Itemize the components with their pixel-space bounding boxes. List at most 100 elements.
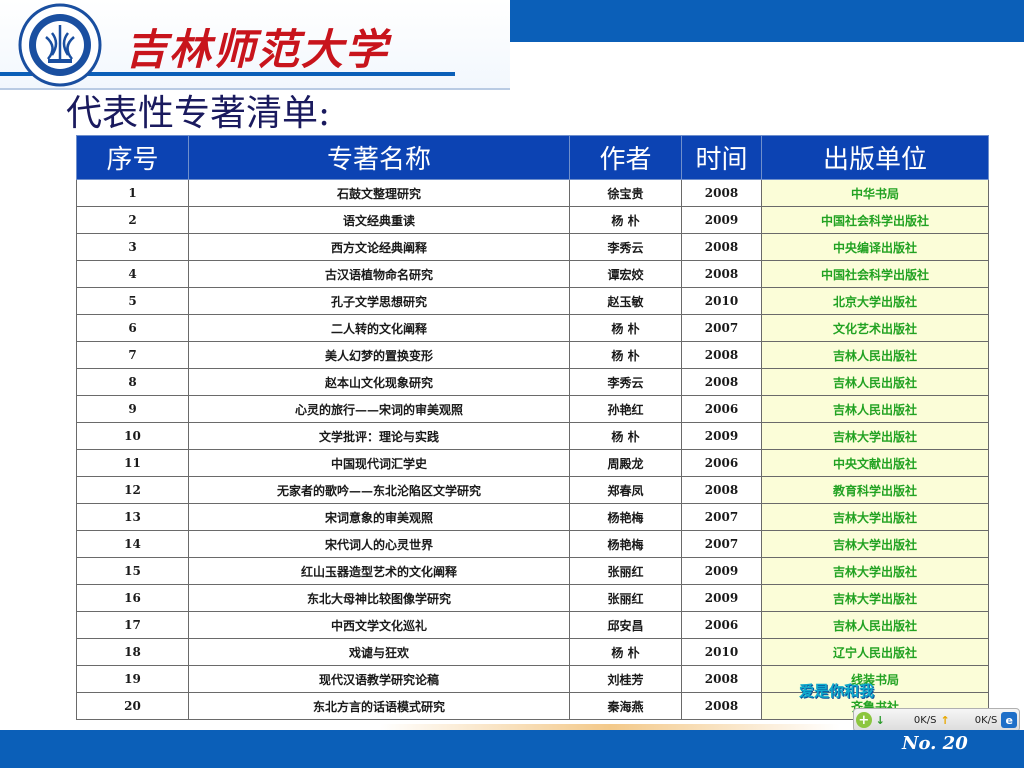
row-index: 15 xyxy=(76,557,189,585)
row-year: 2007 xyxy=(681,503,762,531)
table-row: 4 古汉语植物命名研究 谭宏姣 2008 中国社会科学出版社 xyxy=(76,260,989,288)
row-year: 2008 xyxy=(681,476,762,504)
row-year: 2006 xyxy=(681,611,762,639)
row-author: 李秀云 xyxy=(569,233,682,261)
page-title: 代表性专著清单: xyxy=(66,93,331,134)
row-title: 中国现代词汇学史 xyxy=(188,449,570,477)
row-year: 2007 xyxy=(681,314,762,342)
row-publisher: 吉林人民出版社 xyxy=(761,395,989,423)
university-logo-icon xyxy=(18,3,102,87)
row-year: 2009 xyxy=(681,557,762,585)
table-row: 15 红山玉器造型艺术的文化阐释 张丽红 2009 吉林大学出版社 xyxy=(76,557,989,585)
browser-icon[interactable]: e xyxy=(1001,712,1017,728)
row-author: 杨艳梅 xyxy=(569,503,682,531)
row-index: 19 xyxy=(76,665,189,693)
column-header-author: 作者 xyxy=(569,135,682,180)
row-year: 2010 xyxy=(681,638,762,666)
row-index: 10 xyxy=(76,422,189,450)
row-publisher: 吉林大学出版社 xyxy=(761,557,989,585)
row-publisher: 吉林人民出版社 xyxy=(761,368,989,396)
row-index: 2 xyxy=(76,206,189,234)
add-icon[interactable]: + xyxy=(856,712,872,728)
column-header-publisher: 出版单位 xyxy=(761,135,989,180)
table-row: 12 无家者的歌吟——东北沦陷区文学研究 郑春凤 2008 教育科学出版社 xyxy=(76,476,989,504)
monograph-table: 序号 专著名称 作者 时间 出版单位 1 石鼓文整理研究 徐宝贵 2008 中华书局 2 语… xyxy=(76,135,989,720)
column-header-year: 时间 xyxy=(681,135,762,180)
row-publisher: 中华书局 xyxy=(761,179,989,207)
row-author: 杨 朴 xyxy=(569,206,682,234)
upload-speed: 0K/S xyxy=(974,714,998,726)
row-title: 石鼓文整理研究 xyxy=(188,179,570,207)
row-title: 现代汉语教学研究论稿 xyxy=(188,665,570,693)
table-row: 18 戏谑与狂欢杨 朴 2010 辽宁人民出版社 xyxy=(76,638,989,666)
row-index: 14 xyxy=(76,530,189,558)
row-year: 2008 xyxy=(681,233,762,261)
row-year: 2008 xyxy=(681,368,762,396)
row-publisher: 吉林大学出版社 xyxy=(761,584,989,612)
table-row: 9 心灵的旅行——宋词的审美观照 孙艳红 2006 吉林人民出版社 xyxy=(76,395,989,423)
row-year: 2008 xyxy=(681,341,762,369)
overlay-caption: 爱是你和我 xyxy=(799,682,875,700)
row-title: 文学批评：理论与实践 xyxy=(188,422,570,450)
row-publisher: 中央编译出版社 xyxy=(761,233,989,261)
row-publisher: 辽宁人民出版社 xyxy=(761,638,989,666)
table-body: 1 石鼓文整理研究 徐宝贵 2008 中华书局 2 语文经典重读杨 朴 2009 中国社会科学出… xyxy=(76,179,989,720)
row-index: 3 xyxy=(76,233,189,261)
row-year: 2009 xyxy=(681,206,762,234)
row-publisher: 吉林大学出版社 xyxy=(761,530,989,558)
row-publisher: 吉林人民出版社 xyxy=(761,341,989,369)
row-publisher: 教育科学出版社 xyxy=(761,476,989,504)
row-index: 12 xyxy=(76,476,189,504)
row-author: 杨 朴 xyxy=(569,422,682,450)
row-index: 9 xyxy=(76,395,189,423)
row-author: 杨艳梅 xyxy=(569,530,682,558)
row-publisher: 吉林人民出版社 xyxy=(761,611,989,639)
row-year: 2009 xyxy=(681,422,762,450)
table-row: 16 东北大母神比较图像学研究 张丽红 2009 吉林大学出版社 xyxy=(76,584,989,612)
network-speed-meter[interactable]: + ↓ 0K/S ↑ 0K/S e xyxy=(853,708,1020,732)
row-year: 2008 xyxy=(681,260,762,288)
row-title: 无家者的歌吟——东北沦陷区文学研究 xyxy=(188,476,570,504)
row-title: 中西文学文化巡礼 xyxy=(188,611,570,639)
row-title: 戏谑与狂欢 xyxy=(188,638,570,666)
row-index: 11 xyxy=(76,449,189,477)
row-publisher: 吉林大学出版社 xyxy=(761,503,989,531)
row-title: 语文经典重读 xyxy=(188,206,570,234)
row-author: 李秀云 xyxy=(569,368,682,396)
row-author: 杨 朴 xyxy=(569,638,682,666)
row-title: 二人转的文化阐释 xyxy=(188,314,570,342)
column-header-title: 专著名称 xyxy=(188,135,570,180)
row-year: 2008 xyxy=(681,665,762,693)
table-row: 10 文学批评：理论与实践杨 朴 2009 吉林大学出版社 xyxy=(76,422,989,450)
row-author: 刘桂芳 xyxy=(569,665,682,693)
row-title: 东北大母神比较图像学研究 xyxy=(188,584,570,612)
row-author: 谭宏姣 xyxy=(569,260,682,288)
row-year: 2008 xyxy=(681,692,762,720)
row-title: 赵本山文化现象研究 xyxy=(188,368,570,396)
page-number: No. 20 xyxy=(902,733,968,754)
row-year: 2009 xyxy=(681,584,762,612)
row-publisher: 线装书局 xyxy=(761,665,989,693)
row-author: 徐宝贵 xyxy=(569,179,682,207)
row-author: 张丽红 xyxy=(569,584,682,612)
row-year: 2006 xyxy=(681,395,762,423)
table-row: 5 孔子文学思想研究 赵玉敏 2010 北京大学出版社 xyxy=(76,287,989,315)
row-author: 张丽红 xyxy=(569,557,682,585)
row-publisher: 文化艺术出版社 xyxy=(761,314,989,342)
row-author: 郑春凤 xyxy=(569,476,682,504)
row-title: 心灵的旅行——宋词的审美观照 xyxy=(188,395,570,423)
table-row: 8 赵本山文化现象研究 李秀云 2008 吉林人民出版社 xyxy=(76,368,989,396)
row-publisher: 中央文献出版社 xyxy=(761,449,989,477)
row-index: 5 xyxy=(76,287,189,315)
row-index: 6 xyxy=(76,314,189,342)
table-row: 2 语文经典重读杨 朴 2009 中国社会科学出版社 xyxy=(76,206,989,234)
row-index: 13 xyxy=(76,503,189,531)
row-author: 秦海燕 xyxy=(569,692,682,720)
row-title: 美人幻梦的置换变形 xyxy=(188,341,570,369)
row-title: 红山玉器造型艺术的文化阐释 xyxy=(188,557,570,585)
row-index: 4 xyxy=(76,260,189,288)
row-title: 宋词意象的审美观照 xyxy=(188,503,570,531)
row-index: 20 xyxy=(76,692,189,720)
column-header-index: 序号 xyxy=(76,135,189,180)
row-index: 1 xyxy=(76,179,189,207)
